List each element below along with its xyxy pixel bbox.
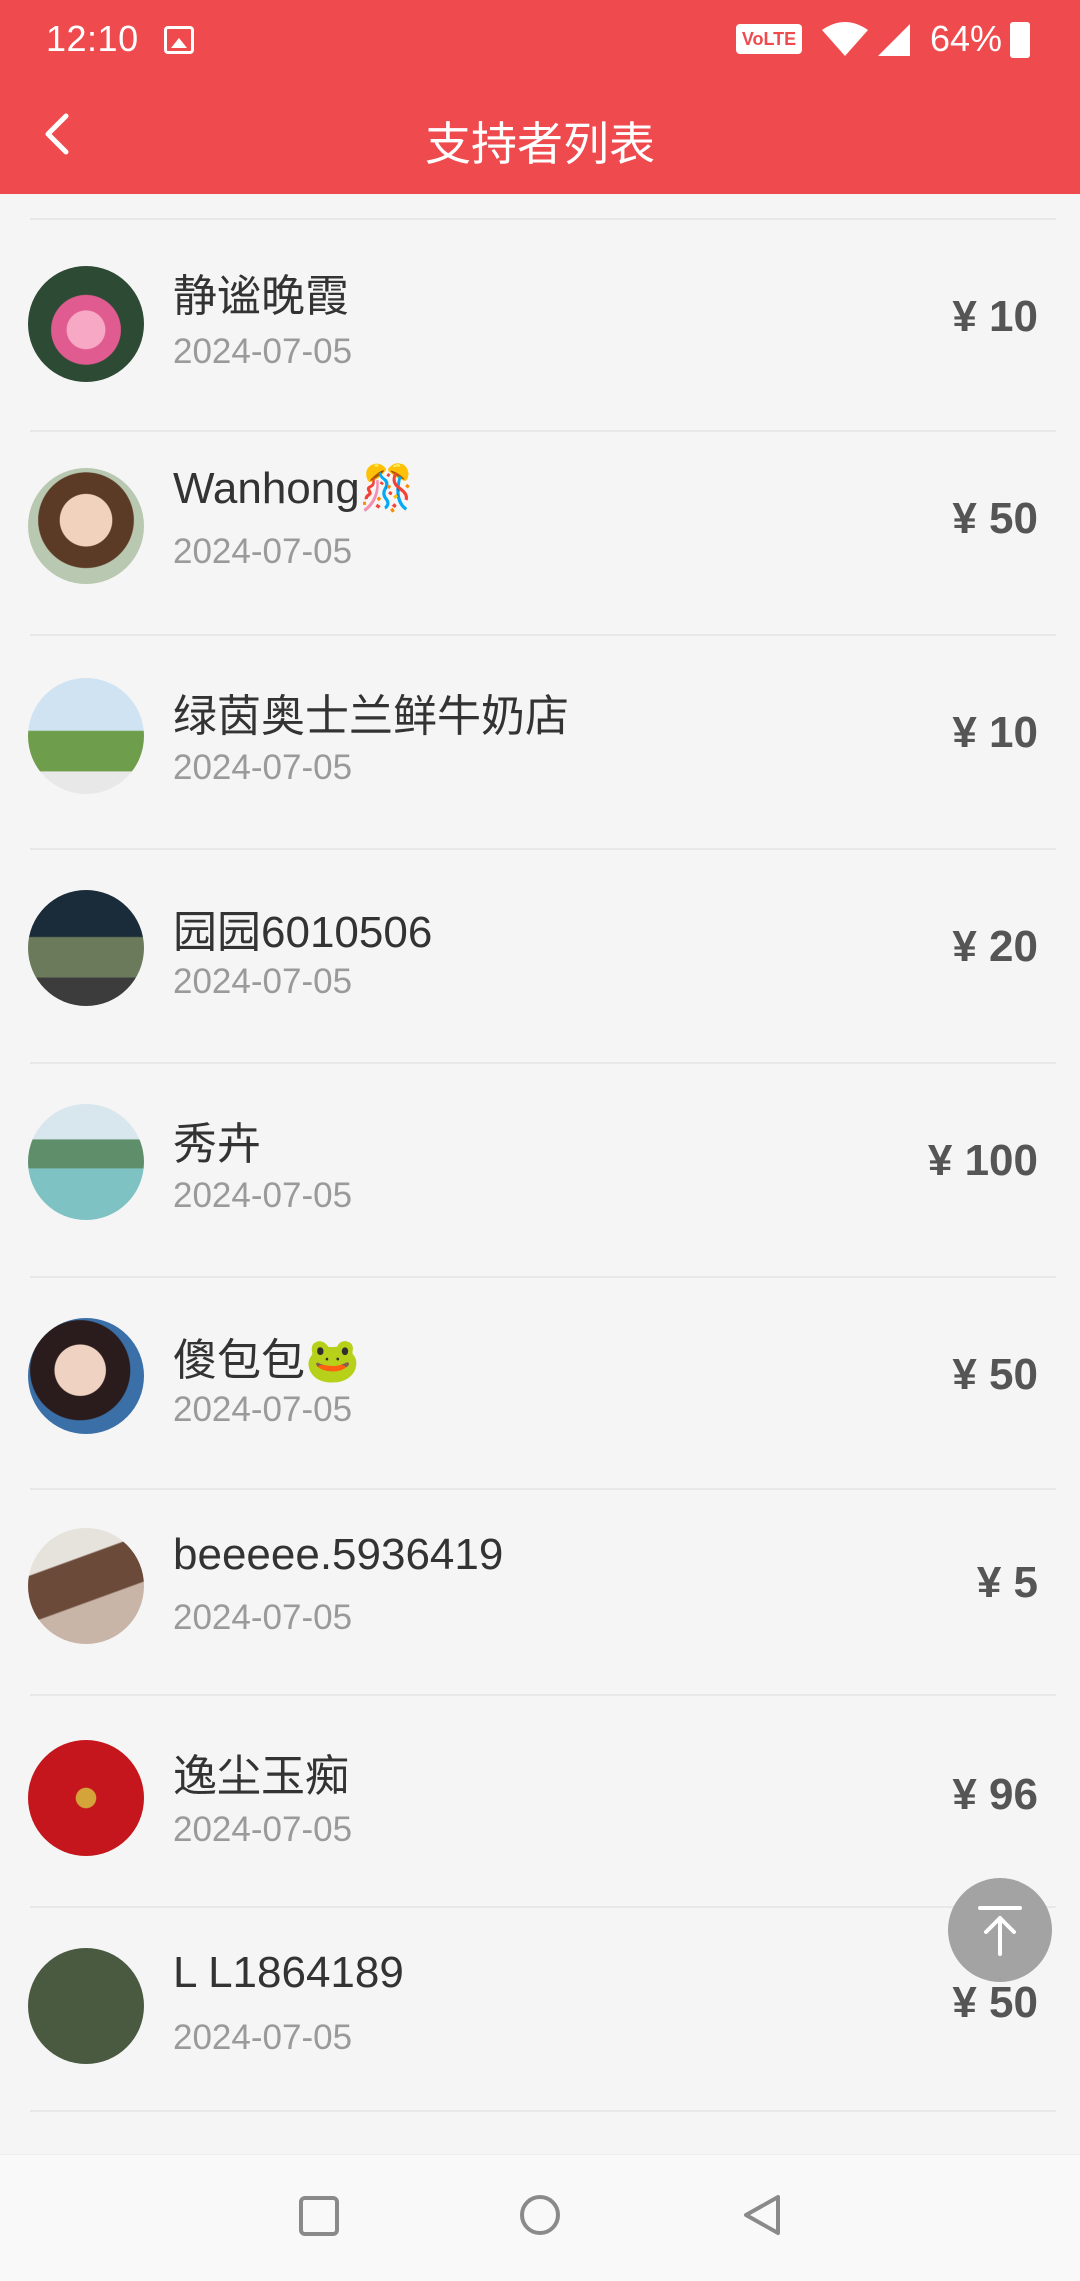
supporter-name: 园园6010506 xyxy=(173,908,433,957)
divider xyxy=(30,2110,1056,2112)
battery-icon xyxy=(1010,22,1030,58)
avatar xyxy=(28,1740,144,1856)
supporter-amount: ¥ 10 xyxy=(952,292,1038,341)
supporter-name: Wanhong🎊 xyxy=(173,464,415,513)
supporter-date: 2024-07-05 xyxy=(173,1810,353,1849)
supporter-name: 傻包包🐸 xyxy=(173,1336,360,1385)
avatar xyxy=(28,1318,144,1434)
volte-badge: VoLTE xyxy=(736,24,802,54)
supporter-date: 2024-07-05 xyxy=(173,332,353,371)
wifi-icon xyxy=(822,22,868,56)
page-title: 支持者列表 xyxy=(425,118,655,170)
supporter-amount: ¥ 50 xyxy=(952,494,1038,543)
avatar xyxy=(28,678,144,794)
supporter-date: 2024-07-05 xyxy=(173,1598,353,1637)
top-bar: 12:10 VoLTE 64% 支持者列表 xyxy=(0,0,1080,194)
back-nav-button[interactable] xyxy=(740,2193,784,2237)
recents-button[interactable] xyxy=(298,2195,340,2237)
supporter-list[interactable]: 静谧晚霞 2024-07-05 ¥ 10 Wanhong🎊 2024-07-05… xyxy=(0,194,1080,2154)
supporter-date: 2024-07-05 xyxy=(173,748,353,787)
system-nav-bar xyxy=(0,2154,1080,2281)
supporter-amount: ¥ 5 xyxy=(976,1558,1038,1607)
battery-percent: 64% xyxy=(930,18,1003,59)
supporter-name: beeeee.5936419 xyxy=(173,1530,504,1579)
supporter-name: L L1864189 xyxy=(173,1948,404,1997)
supporter-name: 逸尘玉痴 xyxy=(173,1752,349,1801)
avatar xyxy=(28,1528,144,1644)
avatar xyxy=(28,890,144,1006)
supporter-amount: ¥ 100 xyxy=(927,1136,1038,1185)
supporter-amount: ¥ 96 xyxy=(952,1770,1038,1819)
avatar xyxy=(28,1948,144,2064)
scroll-to-top-button[interactable] xyxy=(948,1878,1052,1982)
supporter-row[interactable]: 静谧晚霞 2024-07-05 ¥ 10 xyxy=(0,220,1080,430)
gallery-icon xyxy=(164,26,194,54)
app-header: 支持者列表 xyxy=(0,80,1080,194)
supporter-name: 秀卉 xyxy=(173,1120,261,1169)
signal-icon xyxy=(878,24,910,56)
home-button[interactable] xyxy=(518,2193,562,2237)
supporter-date: 2024-07-05 xyxy=(173,962,353,1001)
supporter-amount: ¥ 50 xyxy=(952,1978,1038,2027)
avatar xyxy=(28,468,144,584)
supporter-row[interactable]: L L1864189 2024-07-05 ¥ 50 xyxy=(0,1908,1080,2118)
supporter-amount: ¥ 20 xyxy=(952,922,1038,971)
supporter-date: 2024-07-05 xyxy=(173,2018,353,2057)
avatar xyxy=(28,1104,144,1220)
supporter-name: 绿茵奥士兰鲜牛奶店 xyxy=(173,692,569,741)
supporter-date: 2024-07-05 xyxy=(173,1176,353,1215)
supporter-date: 2024-07-05 xyxy=(173,1390,353,1429)
supporter-amount: ¥ 50 xyxy=(952,1350,1038,1399)
avatar xyxy=(28,266,144,382)
supporter-amount: ¥ 10 xyxy=(952,708,1038,757)
supporter-name: 静谧晚霞 xyxy=(173,272,349,321)
supporter-row[interactable]: 逸尘玉痴 2024-07-05 ¥ 96 xyxy=(0,1696,1080,1906)
supporter-row[interactable]: 绿茵奥士兰鲜牛奶店 2024-07-05 ¥ 10 xyxy=(0,636,1080,846)
supporter-row[interactable]: 园园6010506 2024-07-05 ¥ 20 xyxy=(0,850,1080,1060)
supporter-row[interactable]: 秀卉 2024-07-05 ¥ 100 xyxy=(0,1064,1080,1274)
supporter-date: 2024-07-05 xyxy=(173,532,353,571)
supporter-row[interactable]: 傻包包🐸 2024-07-05 ¥ 50 xyxy=(0,1278,1080,1488)
supporter-row[interactable]: Wanhong🎊 2024-07-05 ¥ 50 xyxy=(0,432,1080,642)
supporter-row[interactable]: beeeee.5936419 2024-07-05 ¥ 5 xyxy=(0,1490,1080,1700)
status-time: 12:10 xyxy=(46,18,139,59)
status-bar: 12:10 VoLTE 64% xyxy=(0,0,1080,80)
